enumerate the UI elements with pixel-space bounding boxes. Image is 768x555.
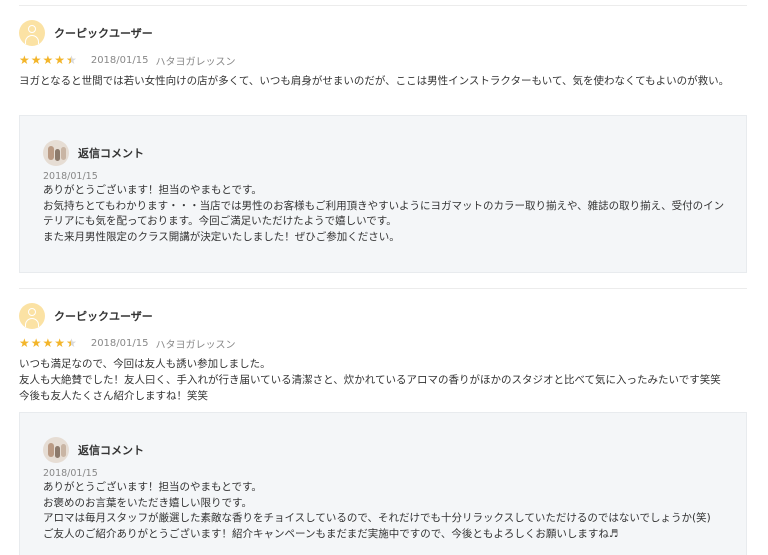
reply-text: ありがとうございます！担当のやまもとです。 お気持ちとてもわかります・・・当店で… — [43, 184, 725, 243]
user-name: クーピックユーザー — [54, 27, 153, 40]
reply-text: ありがとうございます！担当のやまもとです。 お褒めのお言葉をいただき嬉しい限りで… — [43, 481, 711, 540]
reply-header: 返信コメント — [43, 437, 144, 463]
star-half-icon: ★ — [66, 54, 77, 66]
review-item: クーピックユーザー ★ ★ ★ ★ ★ 2018/01/15 ハタヨガレッスン … — [19, 302, 747, 404]
review-text: いつも満足なので、今回は友人も誘い参加しました。 友人も大絶賛でした！友人曰く、… — [19, 358, 721, 402]
review-text: ヨガとなると世間では若い女性向けの店が多くて、いつも肩身がせまいのだが、ここは男… — [19, 75, 730, 87]
review-date: 2018/01/15 — [90, 54, 149, 66]
star-full-icon: ★ — [30, 53, 42, 67]
shop-avatar-icon — [43, 140, 69, 166]
reply-title: 返信コメント — [78, 147, 144, 160]
reply-date: 2018/01/15 — [43, 171, 98, 182]
review-divider — [19, 288, 747, 289]
star-full-icon: ★ — [54, 336, 66, 350]
top-divider — [19, 5, 747, 6]
user-avatar-icon — [19, 303, 45, 329]
star-full-icon: ★ — [19, 53, 30, 67]
review-item: クーピックユーザー ★ ★ ★ ★ ★ 2018/01/15 ハタヨガレッスン … — [19, 19, 747, 89]
review-lesson: ハタヨガレッスン — [155, 56, 236, 68]
star-full-icon: ★ — [42, 336, 54, 350]
review-header: クーピックユーザー — [19, 19, 747, 47]
star-half-icon: ★ — [66, 337, 77, 349]
review-header: クーピックユーザー — [19, 302, 747, 330]
star-full-icon: ★ — [54, 53, 66, 67]
star-rating: ★ ★ ★ ★ ★ — [19, 54, 78, 66]
reply-date: 2018/01/15 — [43, 468, 98, 479]
shop-avatar-icon — [43, 437, 69, 463]
star-full-icon: ★ — [19, 336, 30, 350]
reply-box: 返信コメント 2018/01/15 ありがとうございます！担当のやまもとです。 … — [19, 115, 747, 273]
star-full-icon: ★ — [30, 336, 42, 350]
reply-box: 返信コメント 2018/01/15 ありがとうございます！担当のやまもとです。 … — [19, 412, 747, 555]
review-meta: ★ ★ ★ ★ ★ 2018/01/15 ハタヨガレッスン — [19, 336, 747, 351]
review-date: 2018/01/15 — [90, 337, 149, 349]
review-meta: ★ ★ ★ ★ ★ 2018/01/15 ハタヨガレッスン — [19, 53, 747, 68]
review-lesson: ハタヨガレッスン — [155, 339, 236, 351]
user-avatar-icon — [19, 20, 45, 46]
star-full-icon: ★ — [42, 53, 54, 67]
reply-header: 返信コメント — [43, 140, 144, 166]
user-name: クーピックユーザー — [54, 310, 153, 323]
star-rating: ★ ★ ★ ★ ★ — [19, 337, 78, 349]
reply-title: 返信コメント — [78, 444, 144, 457]
